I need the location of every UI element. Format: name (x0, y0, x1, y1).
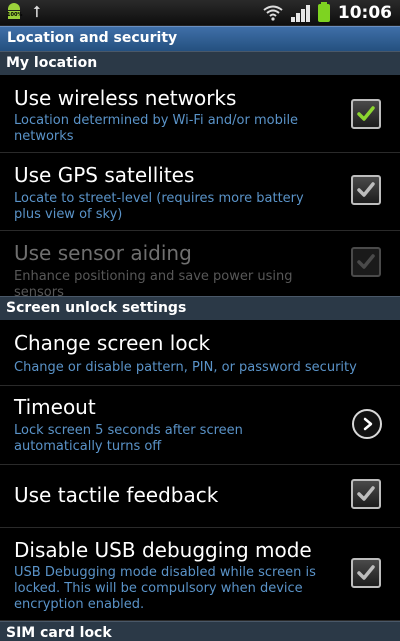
check-icon (357, 486, 375, 501)
check-icon (357, 254, 375, 269)
setting-use-tactile-feedback[interactable]: Use tactile feedback (0, 465, 400, 528)
setting-subtitle: USB Debugging mode disabled while screen… (14, 565, 316, 612)
setting-title: Change screen lock (14, 331, 211, 355)
wireless-checkbox[interactable] (351, 99, 381, 129)
setting-timeout[interactable]: Timeout Lock screen 5 seconds after scre… (0, 386, 400, 465)
setting-change-screen-lock[interactable]: Change screen lock Change or disable pat… (0, 320, 400, 386)
setting-title: Disable USB debugging mode (14, 538, 312, 562)
battery-percent-label: 100% (7, 12, 23, 18)
sensor-checkbox (351, 247, 381, 277)
chevron-right-icon (363, 417, 373, 431)
setting-subtitle: Change or disable pattern, PIN, or passw… (14, 360, 357, 375)
status-time: 10:06 (337, 3, 392, 23)
check-icon (357, 565, 375, 580)
setting-use-wireless-networks[interactable]: Use wireless networks Location determine… (0, 75, 400, 153)
section-header-my-location: My location (0, 51, 400, 75)
android-icon: 100% (7, 3, 23, 21)
setting-title: Use tactile feedback (14, 483, 219, 507)
timeout-arrow-button[interactable] (352, 409, 382, 439)
check-icon (357, 182, 375, 197)
title-bar: Location and security (0, 26, 400, 51)
check-icon (357, 106, 375, 121)
setting-title: Use sensor aiding (14, 241, 192, 265)
section-title: My location (6, 55, 98, 71)
signal-icon (290, 4, 310, 22)
gps-checkbox[interactable] (351, 175, 381, 205)
setting-subtitle: Location determined by Wi-Fi and/or mobi… (14, 113, 299, 144)
battery-icon (317, 2, 330, 22)
setting-use-sensor-aiding: Use sensor aiding Enhance positioning an… (0, 231, 400, 300)
setting-subtitle: Locate to street-level (requires more ba… (14, 191, 304, 222)
setting-use-gps-satellites[interactable]: Use GPS satellites Locate to street-leve… (0, 153, 400, 231)
page-title: Location and security (7, 30, 178, 46)
status-bar: 100% ⭡ 10:06 (0, 0, 400, 26)
wifi-icon (263, 5, 283, 21)
setting-title: Use wireless networks (14, 86, 237, 110)
setting-title: Timeout (14, 395, 96, 419)
section-title: Screen unlock settings (6, 300, 187, 316)
usb-icon: ⭡ (33, 2, 41, 21)
section-header-sim-card: SIM card lock (0, 621, 400, 641)
setting-subtitle: Lock screen 5 seconds after screen autom… (14, 423, 243, 454)
tactile-checkbox[interactable] (351, 479, 381, 509)
section-header-screen-unlock: Screen unlock settings (0, 296, 400, 320)
usb-debug-checkbox[interactable] (351, 558, 381, 588)
section-title: SIM card lock (6, 625, 112, 641)
setting-disable-usb-debugging[interactable]: Disable USB debugging mode USB Debugging… (0, 528, 400, 621)
setting-title: Use GPS satellites (14, 163, 195, 187)
